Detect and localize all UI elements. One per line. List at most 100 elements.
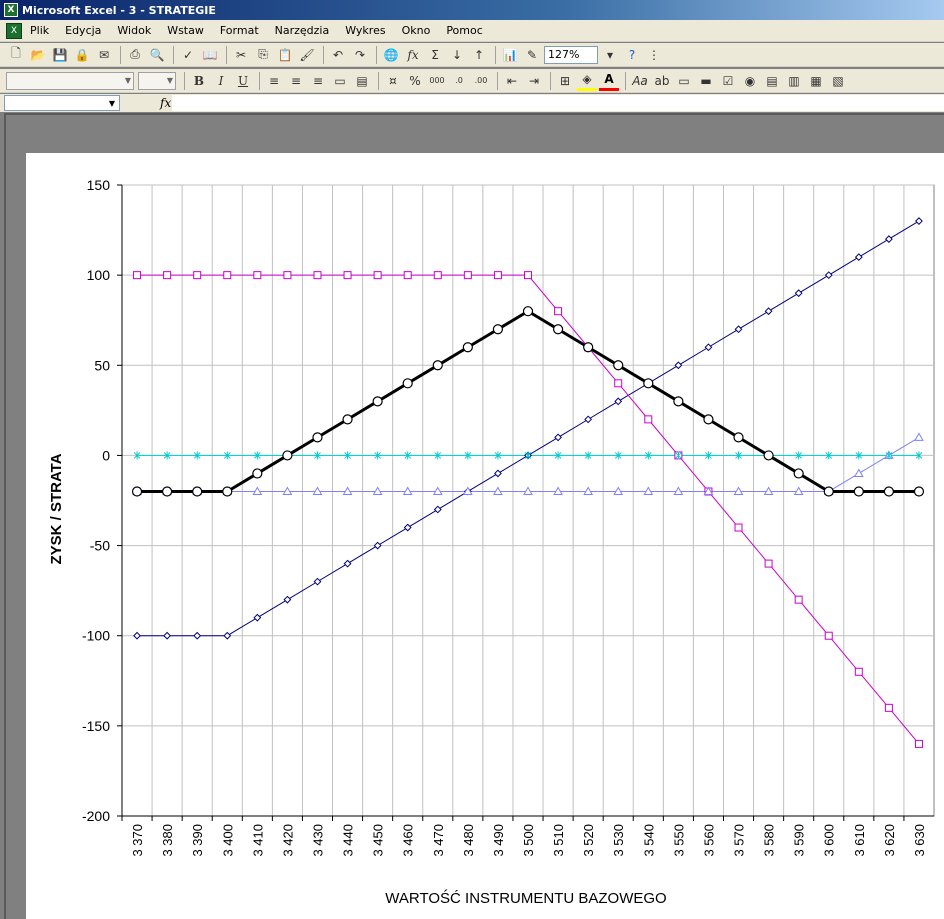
copy-icon[interactable]: ⎘ xyxy=(253,45,273,65)
insert-function-icon[interactable]: fx xyxy=(160,96,171,110)
underline-icon[interactable]: U xyxy=(233,71,253,91)
email-icon[interactable]: ✉ xyxy=(94,45,114,65)
name-box[interactable]: ▼ xyxy=(4,95,120,111)
workbook-icon[interactable]: X xyxy=(6,22,22,39)
combo-box-icon[interactable]: ▥ xyxy=(784,71,804,91)
menu-edycja[interactable]: Edycja xyxy=(65,24,101,37)
y-axis-ticks: 150 100 50 0 -50 -100 -150 -200 xyxy=(82,177,123,824)
x-tick-label: 3 400 xyxy=(220,824,235,857)
data-point-s5 xyxy=(162,486,173,497)
title-bar: X Microsoft Excel - 3 - STRATEGIE xyxy=(0,0,944,20)
formula-input[interactable] xyxy=(172,95,944,111)
font-select[interactable]: ▼ xyxy=(6,71,134,90)
menu-narzedzia[interactable]: Narzędzia xyxy=(275,24,330,37)
x-axis-label: WARTOŚĆ INSTRUMENTU BAZOWEGO xyxy=(385,889,666,907)
open-icon[interactable]: 📂 xyxy=(28,45,48,65)
save-icon[interactable]: 💾 xyxy=(50,45,70,65)
grid-icon[interactable]: ⋮ xyxy=(644,45,664,65)
x-tick-label: 3 620 xyxy=(882,824,897,857)
x-tick-label: 3 450 xyxy=(371,824,386,857)
research-icon[interactable]: 📖 xyxy=(200,45,220,65)
toolbar-separator xyxy=(550,71,551,90)
borders-icon[interactable]: ⊞ xyxy=(555,71,575,91)
data-point-s5 xyxy=(252,468,263,479)
x-tick-label: 3 380 xyxy=(160,824,175,857)
data-point-s5 xyxy=(583,342,594,353)
menu-wstaw[interactable]: Wstaw xyxy=(167,24,204,37)
italic-icon[interactable]: I xyxy=(211,71,231,91)
drawing-icon[interactable]: ✎ xyxy=(522,45,542,65)
align-center-icon[interactable]: ≡ xyxy=(286,71,306,91)
option-button-icon[interactable]: ◉ xyxy=(740,71,760,91)
checkbox-icon[interactable]: ☑ xyxy=(718,71,738,91)
font-style-icon[interactable]: Aa xyxy=(630,71,650,91)
label-icon[interactable]: ▬ xyxy=(696,71,716,91)
excel-app-icon[interactable]: X xyxy=(4,3,18,17)
window-title: Microsoft Excel - 3 - STRATEGIE xyxy=(22,3,216,17)
zoom-select[interactable]: 127% xyxy=(544,45,598,64)
justify-icon[interactable]: ▤ xyxy=(352,71,372,91)
chart-area[interactable]: 150 100 50 0 -50 -100 -150 -200 3 370 3 380 3 390… xyxy=(26,153,944,919)
x-axis-ticks: 3 370 3 380 3 390 3 400 3 410 3 420 3 430 3 440… xyxy=(121,815,934,857)
chart-wizard-icon[interactable]: 📊 xyxy=(500,45,520,65)
fill-color-icon[interactable]: ◈ xyxy=(577,71,597,91)
menu-format[interactable]: Format xyxy=(220,24,259,37)
format-painter-icon[interactable]: 🖌 xyxy=(297,45,317,65)
new-icon[interactable]: 🗋 xyxy=(6,45,26,65)
increase-indent-icon[interactable]: ⇥ xyxy=(524,71,544,91)
data-point-s5 xyxy=(432,360,443,371)
decrease-indent-icon[interactable]: ⇤ xyxy=(502,71,522,91)
align-left-icon[interactable]: ≡ xyxy=(264,71,284,91)
data-point-s5 xyxy=(372,396,383,407)
menu-widok[interactable]: Widok xyxy=(117,24,151,37)
print-preview-icon[interactable]: 🔍 xyxy=(147,45,167,65)
paste-icon[interactable]: 📋 xyxy=(275,45,295,65)
text-box-icon[interactable]: ab xyxy=(652,71,672,91)
menu-pomoc[interactable]: Pomoc xyxy=(446,24,482,37)
toolbar-separator xyxy=(323,45,324,64)
chevron-down-icon[interactable]: ▾ xyxy=(600,45,620,65)
data-point-s5 xyxy=(552,324,564,335)
sort-descending-icon[interactable]: ↑ xyxy=(469,45,489,65)
phonetic-icon[interactable]: ▭ xyxy=(674,71,694,91)
merge-center-icon[interactable]: ▭ xyxy=(330,71,350,91)
menu-wykres[interactable]: Wykres xyxy=(345,24,385,37)
data-point-s5 xyxy=(462,342,473,353)
bold-icon[interactable]: B xyxy=(189,71,209,91)
y-tick-label: -150 xyxy=(82,718,110,734)
font-size-select[interactable]: ▼ xyxy=(138,71,176,90)
data-point-s5 xyxy=(192,486,203,497)
data-point-s5 xyxy=(492,324,504,335)
hyperlink-icon[interactable]: 🌐 xyxy=(381,45,401,65)
plot-area xyxy=(121,184,935,817)
spelling-icon[interactable]: ✓ xyxy=(178,45,198,65)
comma-style-icon[interactable]: 000 xyxy=(427,71,447,91)
help-icon[interactable]: ? xyxy=(622,45,642,65)
scrollbar-control-icon[interactable]: ▦ xyxy=(806,71,826,91)
permission-icon[interactable]: 🔒 xyxy=(72,45,92,65)
data-point-s5 xyxy=(613,360,624,371)
currency-icon[interactable]: ¤ xyxy=(383,71,403,91)
sort-ascending-icon[interactable]: ↓ xyxy=(447,45,467,65)
autosum-icon[interactable]: Σ xyxy=(425,45,445,65)
data-point-s5 xyxy=(823,486,834,497)
x-tick-label: 3 410 xyxy=(250,824,265,857)
decrease-decimal-icon[interactable]: .00 xyxy=(471,71,491,91)
toolbar-separator xyxy=(226,45,227,64)
percent-icon[interactable]: % xyxy=(405,71,425,91)
y-tick-label: 50 xyxy=(94,357,110,373)
font-color-icon[interactable]: A xyxy=(599,71,619,91)
x-tick-label: 3 600 xyxy=(822,824,837,857)
increase-decimal-icon[interactable]: .0 xyxy=(449,71,469,91)
list-box-icon[interactable]: ▤ xyxy=(762,71,782,91)
cut-icon[interactable]: ✂ xyxy=(231,45,251,65)
x-tick-label: 3 540 xyxy=(641,824,656,857)
menu-okno[interactable]: Okno xyxy=(402,24,431,37)
menu-plik[interactable]: Plik xyxy=(30,24,49,37)
spinner-control-icon[interactable]: ▧ xyxy=(828,71,848,91)
undo-icon[interactable]: ↶ xyxy=(328,45,348,65)
align-right-icon[interactable]: ≡ xyxy=(308,71,328,91)
print-icon[interactable]: ⎙ xyxy=(125,45,145,65)
redo-icon[interactable]: ↷ xyxy=(350,45,370,65)
function-icon[interactable]: fx xyxy=(403,45,423,65)
